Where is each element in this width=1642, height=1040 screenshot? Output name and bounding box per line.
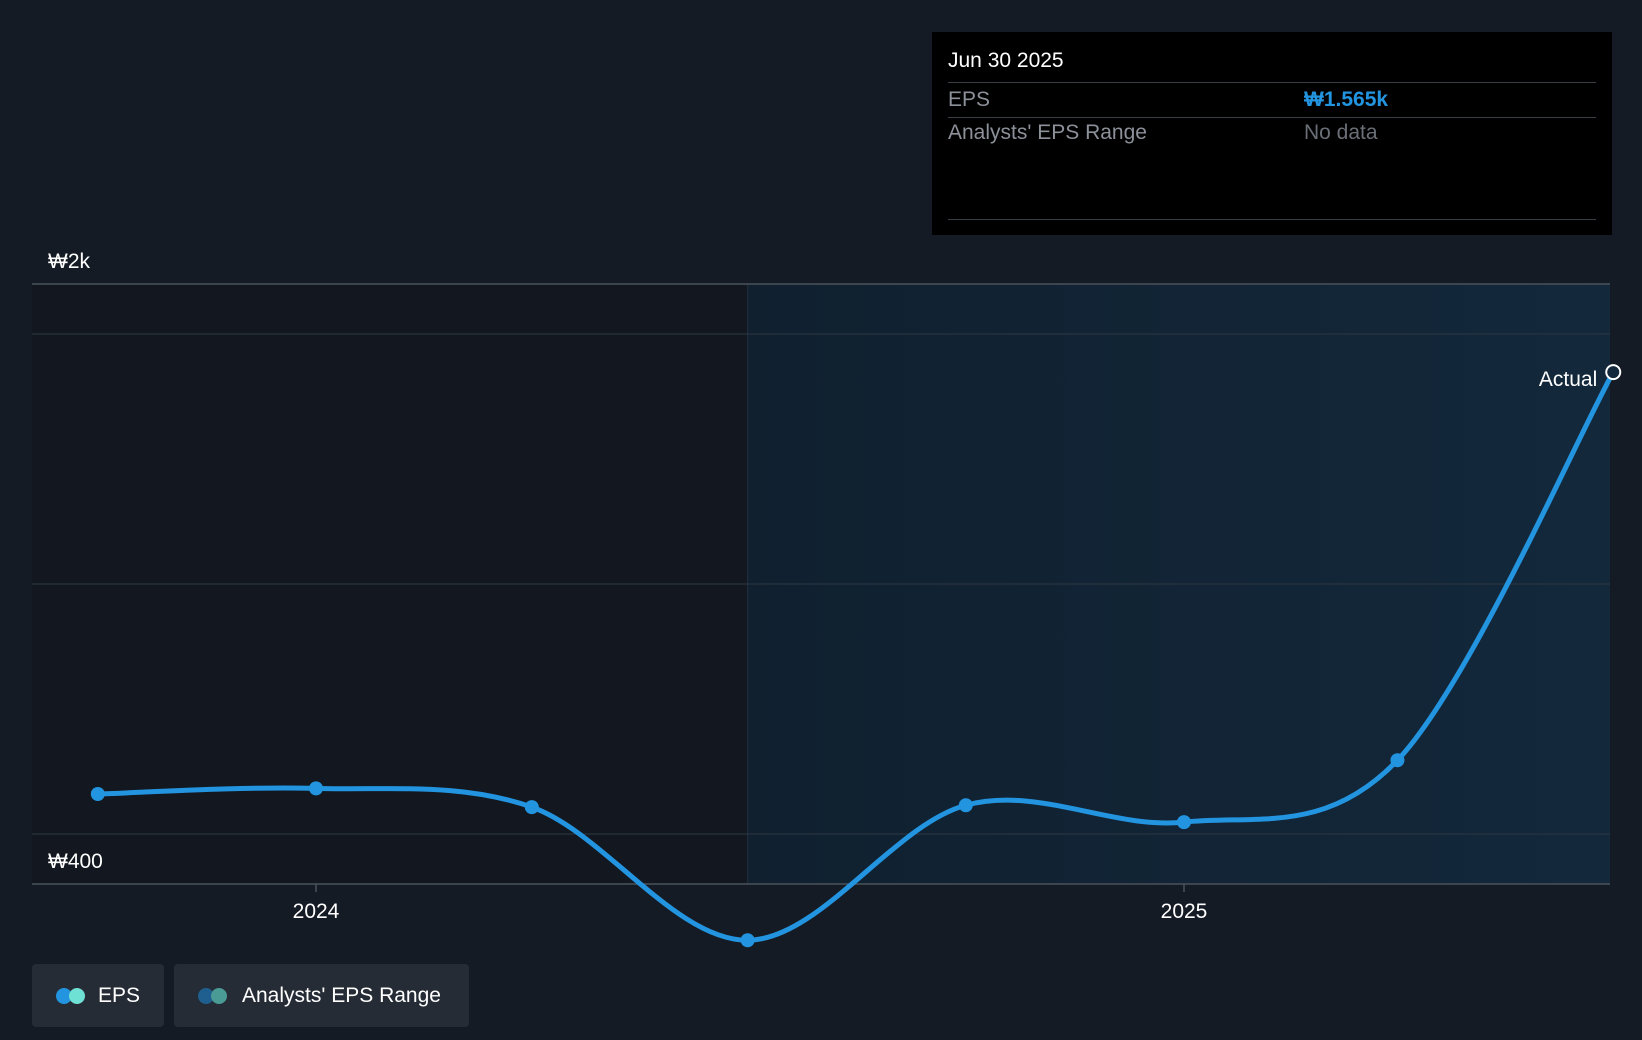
tooltip-row-range: Analysts' EPS Range No data — [948, 118, 1596, 220]
eps-swatch-icon — [56, 987, 85, 1004]
eps-point — [740, 933, 755, 948]
eps-point — [1390, 753, 1405, 768]
eps-point-latest — [1605, 364, 1622, 381]
range-swatch-icon — [198, 987, 228, 1004]
legend-range-label: Analysts' EPS Range — [242, 983, 441, 1007]
tooltip-range-value: No data — [1304, 121, 1378, 144]
eps-point — [90, 787, 105, 801]
eps-point — [1177, 815, 1191, 830]
eps-swatch-dot-b — [69, 987, 85, 1004]
y-axis-bottom-label: ₩400 — [48, 850, 103, 873]
legend-eps-label: EPS — [97, 983, 140, 1007]
tooltip-panel: Jun 30 2025 EPS ₩1.565k Analysts' EPS Ra… — [932, 32, 1612, 235]
y-axis-top-label: ₩2k — [48, 250, 91, 273]
legend: EPS Analysts' EPS Range — [32, 964, 469, 1027]
x-tick-label: 2025 — [1161, 900, 1208, 923]
eps-point — [309, 781, 323, 796]
eps-point — [958, 798, 973, 813]
tooltip-date: Jun 30 2025 — [948, 32, 1596, 83]
tooltip-eps-value: ₩1.565k — [1304, 88, 1389, 111]
eps-point — [524, 800, 539, 815]
tooltip-row-eps: EPS ₩1.565k — [948, 83, 1596, 118]
legend-item-eps[interactable]: EPS — [32, 964, 164, 1027]
tooltip-range-label: Analysts' EPS Range — [948, 121, 1147, 144]
x-tick-label: 2024 — [293, 900, 340, 923]
legend-item-analysts-range[interactable]: Analysts' EPS Range — [174, 964, 469, 1027]
tooltip-eps-label: EPS — [948, 88, 991, 111]
actual-label: Actual — [1539, 368, 1597, 391]
range-swatch-dot-b — [211, 987, 227, 1004]
